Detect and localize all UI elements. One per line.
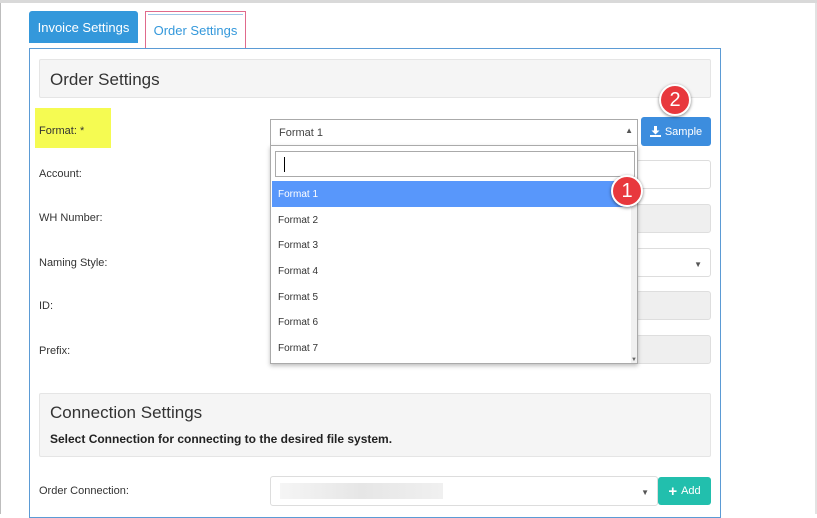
naming-style-select[interactable]: ▼ bbox=[636, 248, 711, 277]
order-settings-title: Order Settings bbox=[50, 70, 160, 89]
wh-number-input bbox=[636, 204, 711, 233]
window-left-border bbox=[0, 3, 1, 514]
format-option[interactable]: Format 6 bbox=[272, 309, 632, 335]
callout-badge-1: 1 bbox=[611, 175, 643, 207]
dropdown-scrollbar[interactable]: ▼ bbox=[631, 181, 637, 363]
add-connection-button[interactable]: + Add bbox=[658, 477, 711, 505]
naming-style-label: Naming Style: bbox=[39, 257, 108, 269]
text-cursor bbox=[284, 157, 285, 172]
format-option[interactable]: Format 1 bbox=[272, 181, 632, 207]
callout-badge-2: 2 bbox=[659, 84, 691, 116]
connection-settings-title: Connection Settings bbox=[50, 403, 203, 422]
format-option[interactable]: Format 5 bbox=[272, 284, 632, 310]
account-label: Account: bbox=[39, 168, 82, 180]
download-icon bbox=[649, 126, 661, 137]
connection-settings-header: Connection Settings Select Connection fo… bbox=[39, 393, 711, 457]
format-select-value: Format 1 bbox=[279, 127, 324, 139]
tab-invoice-settings[interactable]: Invoice Settings bbox=[29, 11, 138, 43]
plus-icon: + bbox=[668, 482, 678, 500]
format-select[interactable]: Format 1 ▲ bbox=[270, 119, 638, 145]
format-option[interactable]: Format 2 bbox=[272, 207, 632, 233]
id-label: ID: bbox=[39, 300, 54, 312]
add-button-label: Add bbox=[681, 485, 701, 497]
account-input[interactable] bbox=[636, 160, 711, 189]
sample-download-button[interactable]: Sample bbox=[641, 117, 711, 146]
format-option[interactable]: Format 4 bbox=[272, 258, 632, 284]
sample-button-label: Sample bbox=[664, 125, 703, 138]
id-input bbox=[636, 291, 711, 320]
format-option[interactable]: Format 3 bbox=[272, 232, 632, 258]
redacted-value bbox=[280, 483, 443, 499]
format-search-input[interactable] bbox=[275, 151, 635, 177]
order-connection-select[interactable]: ▼ bbox=[270, 476, 658, 506]
wh-number-label: WH Number: bbox=[39, 212, 103, 224]
scroll-down-arrow-icon[interactable]: ▼ bbox=[631, 357, 637, 363]
format-dropdown: Format 1 Format 2 Format 3 Format 4 Form… bbox=[270, 145, 638, 364]
chevron-down-icon: ▼ bbox=[641, 488, 649, 497]
order-settings-header: Order Settings bbox=[39, 59, 711, 98]
format-label: Format: * bbox=[35, 108, 111, 148]
chevron-down-icon: ▼ bbox=[694, 260, 702, 269]
format-option-list: Format 1 Format 2 Format 3 Format 4 Form… bbox=[272, 181, 632, 361]
tab-order-settings[interactable]: Order Settings bbox=[145, 11, 246, 48]
format-option[interactable]: Format 7 bbox=[272, 335, 632, 361]
connection-settings-subtitle: Select Connection for connecting to the … bbox=[50, 432, 393, 446]
prefix-label: Prefix: bbox=[39, 345, 71, 357]
order-connection-label: Order Connection: bbox=[39, 485, 129, 497]
chevron-up-icon: ▲ bbox=[625, 126, 633, 135]
prefix-input bbox=[636, 335, 711, 364]
window-top-border bbox=[0, 0, 817, 3]
